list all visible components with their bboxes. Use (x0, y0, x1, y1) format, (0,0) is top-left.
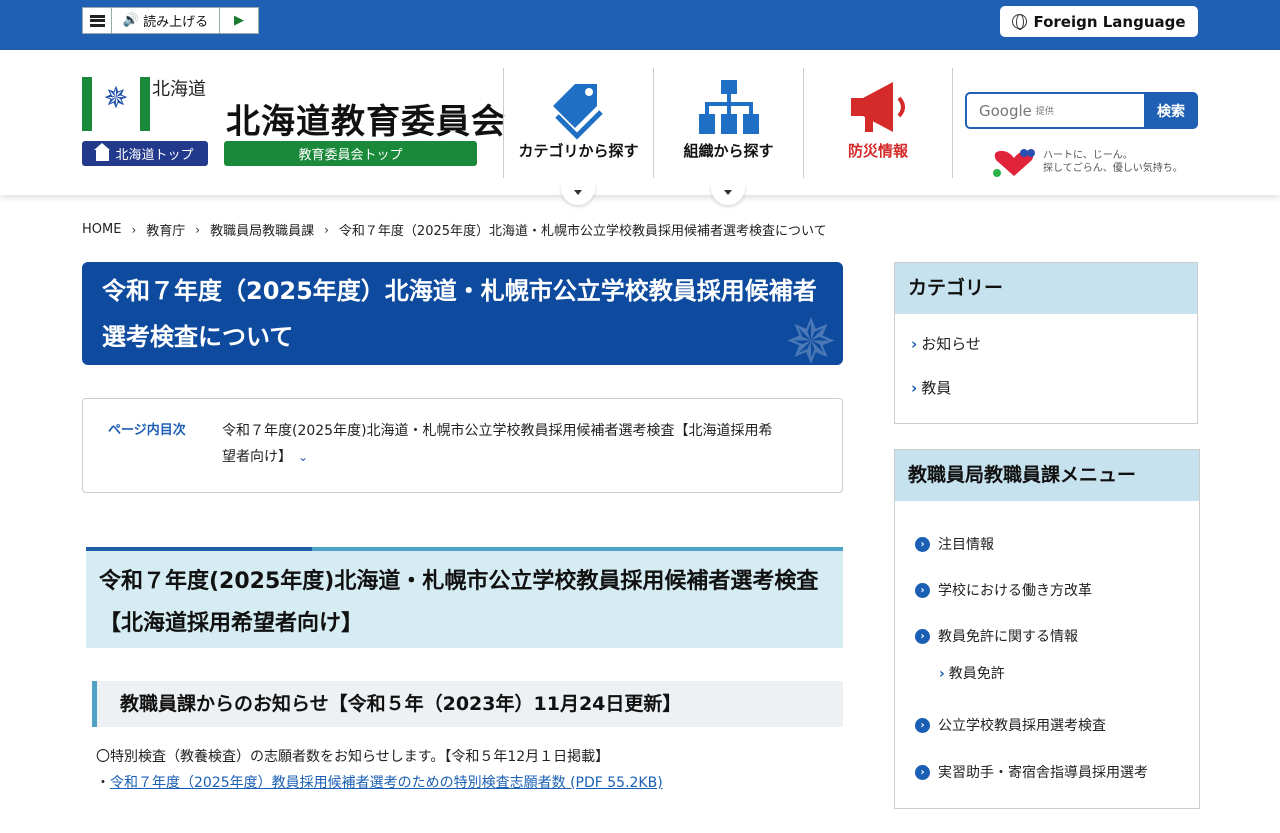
chevron-right-circle-icon: › (915, 717, 930, 733)
heart-banner-line1: ハートに、じーん。 (1043, 150, 1133, 161)
search-placeholder-sub: 提供 (1035, 107, 1054, 117)
applicant-count-pdf-link[interactable]: 令和７年度（2025年度）教員採用候補者選考のための特別検査志願者数 (PDF … (110, 775, 663, 791)
notice-link-prefix: ・ (96, 775, 110, 791)
play-icon: ▶ (234, 13, 244, 28)
tag-icon (553, 84, 603, 140)
chevron-right-icon: › (911, 379, 918, 397)
nav-category-dropdown[interactable] (561, 183, 595, 205)
search-placeholder-brand: Google (979, 101, 1032, 120)
page-title-text: 令和７年度（2025年度）北海道・札幌市公立学校教員採用候補者選考検査について (102, 277, 817, 351)
home-icon (94, 143, 111, 161)
foreign-language-button[interactable]: Foreign Language (1000, 6, 1198, 37)
category-item-label: お知らせ (921, 335, 981, 353)
search-button[interactable]: 検索 (1144, 92, 1198, 129)
nav-category-search[interactable]: カテゴリから探す (503, 68, 653, 178)
menu-item-label: 実習助手・寄宿舎指導員採用選考 (938, 765, 1148, 781)
division-menu-panel: 教職員局教職員課メニュー › 注目情報 › 学校における働き方改革 › 教員免許に関す… (894, 449, 1200, 809)
chevron-down-icon: ⌄ (298, 450, 309, 464)
menu-icon (89, 14, 105, 27)
category-panel: カテゴリー › お知らせ › 教員 (894, 262, 1198, 424)
menu-subitem-label: 教員免許 (948, 666, 1005, 682)
nav-organization-label: 組織から探す (683, 142, 774, 160)
breadcrumb: HOME › 教育庁 › 教職員局教職員課 › 令和７年度（2025年度）北海道… (82, 220, 827, 239)
breadcrumb-separator-icon: › (324, 222, 329, 237)
hokkaido-top-button[interactable]: 北海道トップ (82, 141, 208, 166)
menu-item-work-reform[interactable]: › 学校における働き方改革 (915, 580, 1092, 600)
subsection-heading: 教職員課からのお知らせ【令和５年（2023年）11月24日更新】 (92, 681, 843, 727)
menu-item-label: 注目情報 (938, 537, 994, 553)
breadcrumb-current: 令和７年度（2025年度）北海道・札幌市公立学校教員採用候補者選考検査について (338, 224, 827, 239)
category-item-teachers[interactable]: › 教員 (911, 377, 951, 398)
hokkaido-top-label: 北海道トップ (115, 148, 194, 163)
toc-label: ページ内目次 (108, 423, 186, 438)
org-chart-icon (699, 80, 759, 134)
hokkaido-logo[interactable]: ✵ (82, 77, 150, 131)
menu-item-recruitment-exam[interactable]: › 公立学校教員採用選考検査 (915, 715, 1106, 735)
site-header: ✵ 北海道 北海道トップ 北海道教育委員会 教育委員会トップ カテゴリから探す … (0, 50, 1280, 205)
heart-banner-text[interactable]: ハートに、じーん。 探してごらん、優しい気持ち。 (1043, 149, 1183, 175)
menu-item-featured[interactable]: › 注目情報 (915, 534, 994, 554)
nav-organization-dropdown[interactable] (711, 183, 745, 205)
category-item-label: 教員 (921, 379, 952, 397)
prefecture-name: 北海道 (152, 79, 206, 100)
read-aloud-button[interactable]: 🔊 読み上げる (112, 8, 220, 33)
speaker-icon: 🔊 (122, 13, 140, 28)
board-top-button[interactable]: 教育委員会トップ (224, 141, 477, 166)
chevron-right-circle-icon: › (915, 628, 930, 644)
breadcrumb-home[interactable]: HOME (82, 222, 121, 237)
chevron-right-circle-icon: › (915, 582, 930, 598)
page-title: 令和７年度（2025年度）北海道・札幌市公立学校教員採用候補者選考検査について … (82, 262, 843, 365)
section-heading: 令和７年度(2025年度)北海道・札幌市公立学校教員採用候補者選考検査【北海道採… (86, 547, 843, 648)
chevron-right-icon: › (911, 335, 918, 353)
top-bar: 🔊 読み上げる ▶ Foreign Language (0, 0, 1280, 50)
megaphone-icon (851, 82, 905, 132)
page-toc: ページ内目次 令和７年度(2025年度)北海道・札幌市公立学校教員採用候補者選考… (82, 398, 843, 493)
breadcrumb-education-agency[interactable]: 教育庁 (146, 220, 185, 239)
foreign-language-label: Foreign Language (1033, 12, 1186, 31)
nav-category-label: カテゴリから探す (518, 142, 639, 160)
read-aloud-toolbar: 🔊 読み上げる ▶ (82, 7, 259, 34)
decorative-star-icon: ✵ (785, 305, 837, 366)
breadcrumb-separator-icon: › (131, 222, 137, 237)
menu-subitem-license[interactable]: › 教員免許 (939, 663, 1005, 683)
breadcrumb-separator-icon: › (195, 222, 201, 237)
nav-disaster-label: 防災情報 (847, 142, 908, 160)
notice-text: 〇特別検査（教養検査）の志願者数をお知らせします。【令和５年12月１日掲載】 (96, 749, 610, 765)
breadcrumb-personnel-division[interactable]: 教職員局教職員課 (210, 220, 314, 239)
chevron-right-icon: › (939, 666, 945, 682)
heart-banner-line2: 探してごらん、優しい気持ち。 (1043, 163, 1183, 174)
menu-item-label: 教員免許に関する情報 (938, 629, 1078, 645)
menu-item-label: 公立学校教員採用選考検査 (938, 718, 1106, 734)
notice-link-line: ・令和７年度（2025年度）教員採用候補者選考のための特別検査志願者数 (PDF… (96, 772, 663, 792)
reader-menu-button[interactable] (83, 8, 112, 33)
nav-disaster-info[interactable]: 防災情報 (803, 68, 953, 178)
menu-item-label: 学校における働き方改革 (938, 583, 1092, 599)
menu-item-license-info[interactable]: › 教員免許に関する情報 (915, 626, 1078, 646)
hokkaido-star-icon: ✵ (103, 81, 129, 116)
category-item-notices[interactable]: › お知らせ (911, 333, 981, 354)
toc-item-link[interactable]: 令和７年度(2025年度)北海道・札幌市公立学校教員採用候補者選考検査【北海道採… (222, 418, 782, 470)
division-menu-title: 教職員局教職員課メニュー (895, 450, 1199, 501)
nav-organization-search[interactable]: 組織から探す (653, 68, 803, 178)
chevron-right-circle-icon: › (915, 536, 930, 552)
read-aloud-label: 読み上げる (143, 15, 209, 30)
play-button[interactable]: ▶ (220, 8, 258, 33)
category-panel-title: カテゴリー (895, 263, 1197, 314)
globe-icon (1012, 14, 1028, 30)
menu-item-assistant-exam[interactable]: › 実習助手・寄宿舎指導員採用選考 (915, 762, 1148, 782)
search-input[interactable]: Google 提供 (965, 92, 1145, 129)
heart-logo-icon[interactable] (992, 148, 1037, 178)
board-name[interactable]: 北海道教育委員会 (226, 94, 506, 143)
chevron-right-circle-icon: › (915, 764, 930, 780)
